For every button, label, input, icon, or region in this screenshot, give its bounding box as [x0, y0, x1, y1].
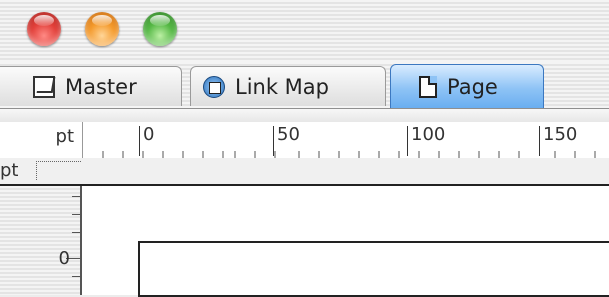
page-boundary: [138, 241, 609, 297]
horizontal-ruler-ticks: [102, 151, 596, 158]
ruler-label-100: 100: [407, 126, 445, 156]
page-canvas[interactable]: [82, 186, 609, 297]
vertical-ruler-tick: [72, 196, 80, 197]
window-titlebar: [0, 0, 609, 62]
horizontal-ruler-track: 0 50 100 150: [82, 122, 609, 158]
vertical-ruler-tick: [72, 214, 80, 215]
tab-bar-baseline: [0, 108, 609, 123]
tab-bar: Master Link Map Page: [0, 62, 609, 123]
vertical-ruler-unit: pt: [0, 160, 19, 181]
tab-page-label: Page: [447, 74, 498, 99]
tab-link-map[interactable]: Link Map: [190, 66, 386, 106]
ruler-label-0: 0: [139, 126, 154, 156]
vertical-ruler-label-0: 0: [58, 248, 70, 269]
tab-page[interactable]: Page: [390, 64, 544, 108]
vertical-ruler-tick: [72, 276, 80, 277]
minimize-button[interactable]: [85, 12, 119, 46]
ruler-unit-corner: pt: [0, 122, 80, 158]
ruler-origin-marker[interactable]: [36, 161, 81, 180]
vertical-ruler-header: pt: [0, 158, 609, 186]
vertical-ruler[interactable]: 0: [0, 186, 82, 295]
horizontal-ruler-unit: pt: [55, 126, 74, 147]
master-page-icon: [33, 75, 55, 98]
tab-master[interactable]: Master: [0, 66, 182, 106]
ruler-label-50: 50: [273, 126, 300, 156]
tab-link-map-label: Link Map: [235, 74, 329, 99]
tab-master-label: Master: [65, 74, 137, 99]
close-button[interactable]: [27, 12, 61, 46]
ruler-label-150: 150: [539, 126, 577, 156]
zoom-button[interactable]: [143, 12, 177, 46]
link-map-icon: [203, 75, 225, 98]
page-icon: [419, 75, 437, 98]
horizontal-ruler[interactable]: pt 0 50 100 150: [0, 122, 609, 158]
vertical-ruler-tick: [72, 232, 80, 233]
